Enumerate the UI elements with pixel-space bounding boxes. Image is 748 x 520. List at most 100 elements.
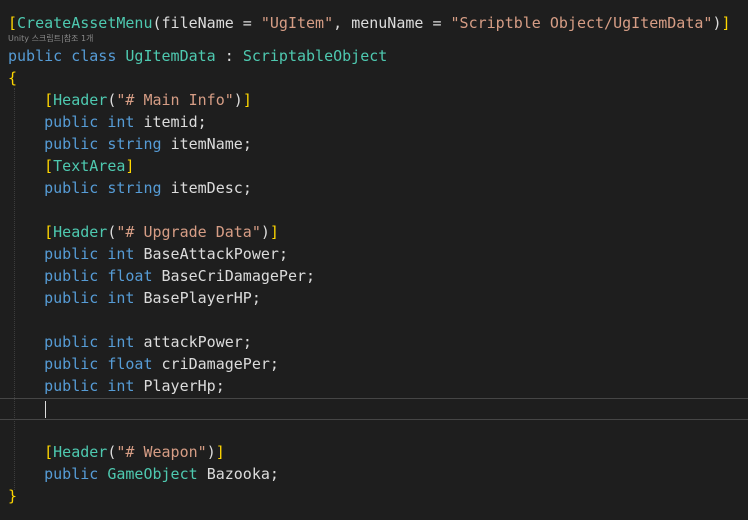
punctuation	[8, 223, 44, 241]
punctuation	[8, 245, 44, 263]
code-line[interactable]: public float BaseCriDamagePer;	[8, 265, 315, 287]
keyword-token: public	[44, 245, 99, 263]
keyword-token: public	[8, 47, 63, 65]
code-line[interactable]: [Header("# Main Info")]	[8, 89, 252, 111]
code-line[interactable]: }	[8, 485, 17, 507]
code-line[interactable]: public int attackPower;	[8, 331, 252, 353]
code-line[interactable]: public string itemDesc;	[8, 177, 252, 199]
punctuation	[8, 135, 44, 153]
code-line[interactable]: [Header("# Upgrade Data")]	[8, 221, 279, 243]
keyword-token: string	[107, 179, 162, 197]
bracket-token: ]	[269, 223, 279, 241]
code-line[interactable]: public string itemName;	[8, 133, 252, 155]
punctuation	[8, 113, 44, 131]
punctuation	[98, 179, 107, 197]
keyword-token: class	[71, 47, 117, 65]
punctuation: ;	[251, 289, 261, 307]
punctuation	[153, 355, 162, 373]
punctuation: ;	[269, 355, 279, 373]
punctuation	[8, 157, 44, 175]
bracket-token: [	[44, 443, 54, 461]
keyword-token: int	[107, 333, 135, 351]
punctuation	[8, 267, 44, 285]
punctuation	[62, 47, 71, 65]
identifier: menuName	[351, 14, 424, 32]
keyword-token: public	[44, 355, 99, 373]
type-token: TextArea	[53, 157, 126, 175]
identifier: itemid	[143, 113, 198, 131]
punctuation	[8, 465, 44, 483]
code-line[interactable]: {	[8, 67, 17, 89]
punctuation	[98, 465, 107, 483]
keyword-token: public	[44, 377, 99, 395]
keyword-token: public	[44, 179, 99, 197]
keyword-token: int	[107, 289, 135, 307]
punctuation	[153, 267, 162, 285]
identifier: criDamagePer	[161, 355, 270, 373]
bracket-token: [	[8, 14, 18, 32]
text-caret	[45, 401, 46, 418]
punctuation: ;	[197, 113, 207, 131]
code-line[interactable]: [CreateAssetMenu(fileName = "UgItem", me…	[8, 12, 731, 34]
keyword-token: string	[107, 135, 162, 153]
punctuation	[8, 443, 44, 461]
punctuation: ;	[269, 465, 279, 483]
punctuation	[8, 91, 44, 109]
punctuation	[98, 333, 107, 351]
punctuation	[98, 245, 107, 263]
code-line[interactable]: public float criDamagePer;	[8, 353, 279, 375]
code-editor[interactable]: Unity 스크립트|참조 1개 [CreateAssetMenu(fileNa…	[0, 0, 748, 520]
code-line[interactable]: [TextArea]	[8, 155, 134, 177]
punctuation	[162, 179, 171, 197]
code-line[interactable]: public int BasePlayerHP;	[8, 287, 261, 309]
bracket-token: ]	[721, 14, 731, 32]
punctuation: ;	[215, 377, 225, 395]
punctuation: ;	[278, 245, 288, 263]
code-line[interactable]: public class UgItemData : ScriptableObje…	[8, 45, 387, 67]
punctuation: =	[233, 14, 261, 32]
punctuation	[8, 377, 44, 395]
punctuation: =	[423, 14, 451, 32]
keyword-token: public	[44, 333, 99, 351]
punctuation: )	[233, 91, 243, 109]
codelens-reference-hint[interactable]: Unity 스크립트|참조 1개	[8, 33, 93, 45]
keyword-token: public	[44, 135, 99, 153]
bracket-token: }	[8, 487, 18, 505]
keyword-token: public	[44, 465, 99, 483]
identifier: itemName	[170, 135, 243, 153]
string-literal: "# Weapon"	[116, 443, 207, 461]
code-line[interactable]: public int itemid;	[8, 111, 207, 133]
type-token: Header	[53, 443, 108, 461]
punctuation	[98, 113, 107, 131]
punctuation: )	[260, 223, 270, 241]
string-literal: "Scriptble Object/UgItemData"	[450, 14, 713, 32]
punctuation: ;	[242, 135, 252, 153]
type-token: GameObject	[107, 465, 198, 483]
keyword-token: int	[107, 377, 135, 395]
code-line[interactable]: public GameObject Bazooka;	[8, 463, 279, 485]
punctuation	[98, 377, 107, 395]
identifier: fileName	[161, 14, 234, 32]
punctuation	[162, 135, 171, 153]
bracket-token: ]	[125, 157, 135, 175]
identifier: attackPower	[143, 333, 243, 351]
identifier: Bazooka	[206, 465, 270, 483]
punctuation: ;	[242, 179, 252, 197]
punctuation	[98, 135, 107, 153]
identifier: BaseCriDamagePer	[161, 267, 307, 285]
bracket-token: [	[44, 91, 54, 109]
code-line[interactable]: public int PlayerHp;	[8, 375, 225, 397]
bracket-token: ]	[242, 91, 252, 109]
code-line[interactable]: [Header("# Weapon")]	[8, 441, 225, 463]
punctuation	[98, 289, 107, 307]
code-line[interactable]: public int BaseAttackPower;	[8, 243, 288, 265]
string-literal: "UgItem"	[260, 14, 334, 32]
type-token: CreateAssetMenu	[17, 14, 153, 32]
keyword-token: public	[44, 113, 99, 131]
bracket-token: {	[8, 69, 18, 87]
string-literal: "# Main Info"	[116, 91, 234, 109]
identifier: BaseAttackPower	[143, 245, 279, 263]
punctuation: ;	[306, 267, 316, 285]
punctuation	[198, 465, 207, 483]
keyword-token: int	[107, 245, 135, 263]
